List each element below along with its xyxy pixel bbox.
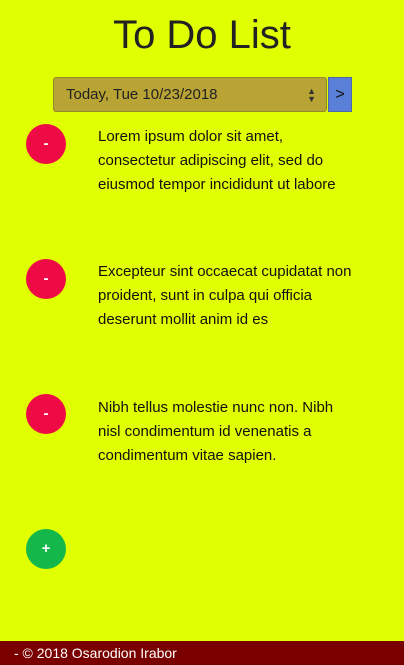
date-select[interactable]: Today, Tue 10/23/2018 ▲ ▼	[53, 77, 327, 112]
task-text: Nibh tellus molestie nunc non. Nibh nisl…	[98, 399, 334, 464]
page-title: To Do List	[113, 13, 291, 57]
remove-task-button[interactable]: -	[26, 124, 66, 164]
footer-text: - © 2018 Osarodion Irabor	[14, 645, 177, 661]
select-arrows-icon: ▲ ▼	[307, 86, 316, 104]
remove-task-button[interactable]: -	[26, 259, 66, 299]
remove-task-button[interactable]: -	[26, 394, 66, 434]
task-text: Lorem ipsum dolor sit amet, consectetur …	[98, 128, 336, 193]
task-text: Excepteur sint occaecat cupidatat non pr…	[98, 263, 352, 328]
footer: - © 2018 Osarodion Irabor	[0, 641, 404, 665]
add-task-button[interactable]: +	[26, 529, 66, 569]
next-day-button[interactable]: >	[328, 77, 352, 112]
date-select-value: Today, Tue 10/23/2018	[66, 86, 218, 103]
